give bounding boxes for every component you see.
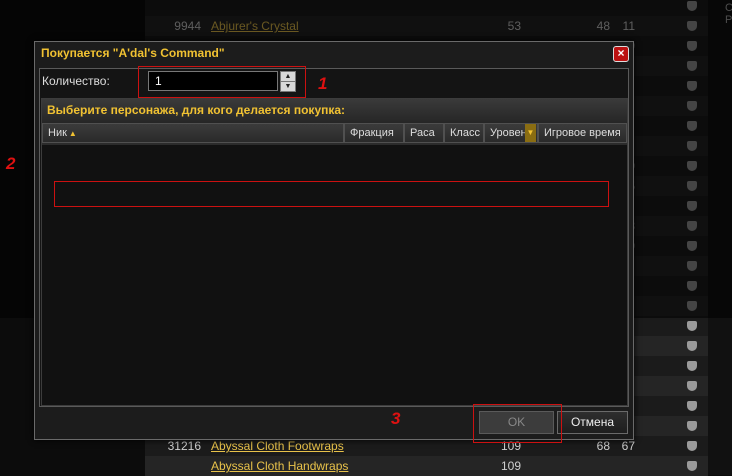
shield-icon[interactable] xyxy=(687,361,697,371)
dialog-body: Количество: ▲ ▼ Выберите персонажа, для … xyxy=(39,66,629,407)
character-select-panel: Выберите персонажа, для кого делается по… xyxy=(41,98,628,406)
item-value-3: 67 xyxy=(621,439,635,453)
character-table-header: Ник ▲ Фракция Раса Класс Уровень ▼ Игровое… xyxy=(42,123,627,145)
column-class[interactable]: Класс xyxy=(444,123,484,143)
annotation-number-1: 1 xyxy=(318,74,328,93)
purchase-dialog: Покупается "A'dal's Command" × Количеств… xyxy=(34,41,634,443)
item-value-1: 109 xyxy=(500,459,521,473)
column-nick-label: Ник xyxy=(48,127,67,139)
shield-icon[interactable] xyxy=(687,321,697,331)
background-table-row: Abyssal Cloth Handwraps 109 xyxy=(145,456,708,476)
annotation-box-3 xyxy=(473,404,562,443)
column-nick[interactable]: Ник ▲ xyxy=(42,123,344,143)
column-playtime[interactable]: Игровое время xyxy=(538,123,627,143)
dialog-title: Покупается "A'dal's Command" xyxy=(41,46,225,60)
item-name-link[interactable]: Abyssal Cloth Footwraps xyxy=(211,439,344,453)
close-button[interactable]: × xyxy=(613,46,629,62)
item-value-2: 68 xyxy=(596,439,610,453)
annotation-box-2 xyxy=(54,181,609,207)
shield-icon[interactable] xyxy=(687,341,697,351)
item-id: 31216 xyxy=(167,439,201,453)
character-select-header: Выберите персонажа, для кого делается по… xyxy=(42,99,627,123)
sort-asc-icon: ▲ xyxy=(68,129,77,138)
shield-icon[interactable] xyxy=(687,461,697,471)
shield-icon[interactable] xyxy=(687,381,697,391)
shield-icon[interactable] xyxy=(687,441,697,451)
column-level[interactable]: Уровень ▼ xyxy=(484,123,538,143)
annotation-number-2: 2 xyxy=(6,154,16,173)
shield-icon[interactable] xyxy=(687,421,697,431)
column-dropdown-icon[interactable]: ▼ xyxy=(525,124,536,142)
shield-icon[interactable] xyxy=(687,401,697,411)
annotation-number-3: 3 xyxy=(391,409,401,428)
item-name-link[interactable]: Abyssal Cloth Handwraps xyxy=(211,459,348,473)
annotation-box-1 xyxy=(138,66,306,98)
column-faction[interactable]: Фракция xyxy=(344,123,404,143)
cancel-button[interactable]: Отмена xyxy=(557,411,628,434)
column-race[interactable]: Раса xyxy=(404,123,444,143)
quantity-label: Количество: xyxy=(42,74,110,88)
